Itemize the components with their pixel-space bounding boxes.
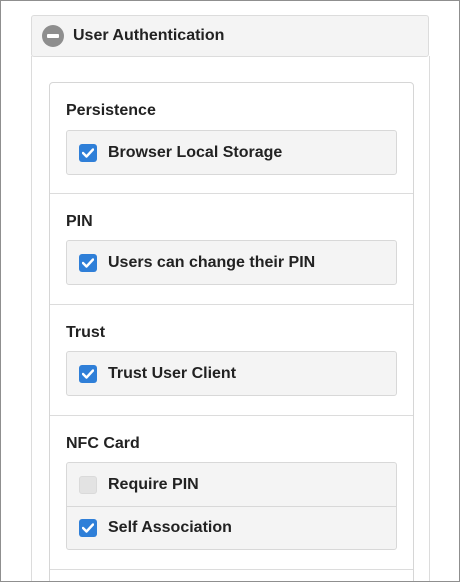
option-trust-user-client[interactable]: Trust User Client <box>67 352 396 395</box>
option-require-pin[interactable]: Require PIN <box>67 463 396 506</box>
checkmark-icon <box>82 523 94 533</box>
checkbox[interactable] <box>79 364 97 383</box>
collapse-icon[interactable] <box>42 25 64 47</box>
checkbox[interactable] <box>79 253 97 272</box>
checkmark-icon <box>82 257 94 268</box>
option-users-can-change-pin[interactable]: Users can change their PIN <box>67 241 396 284</box>
panel-border-left <box>31 56 32 581</box>
option-label: Self Association <box>108 519 232 536</box>
user-authentication-header[interactable]: User Authentication <box>31 15 429 57</box>
section-trust: Trust Trust User Client <box>50 305 413 416</box>
authentication-settings-card: Persistence Browser Local Storage PIN Us <box>49 82 414 581</box>
option-label: Browser Local Storage <box>108 143 283 161</box>
checkbox[interactable] <box>79 519 97 537</box>
settings-panel: User Authentication Persistence Browser … <box>0 0 460 582</box>
option-group: Require PIN Self Association <box>66 462 397 550</box>
option-label: Trust User Client <box>108 364 237 382</box>
option-browser-local-storage[interactable]: Browser Local Storage <box>67 131 396 174</box>
section-pin: PIN Users can change their PIN <box>50 194 413 305</box>
checkbox[interactable] <box>79 475 97 494</box>
section-title: Persistence <box>66 102 156 119</box>
section-nfc-card: NFC Card Require PIN Self Association <box>50 416 413 570</box>
checkmark-icon <box>82 368 94 379</box>
section-title: Trust <box>66 324 106 341</box>
section-header-title: User Authentication <box>73 27 225 44</box>
section-title: NFC Card <box>66 435 140 452</box>
option-group: Browser Local Storage <box>66 130 397 175</box>
panel-border-right <box>429 56 430 581</box>
section-persistence: Persistence Browser Local Storage <box>50 83 413 194</box>
checkmark-icon <box>82 147 94 158</box>
checkbox[interactable] <box>79 143 97 162</box>
option-label: Users can change their PIN <box>108 253 316 271</box>
section-title: PIN <box>66 213 93 230</box>
option-label: Require PIN <box>108 475 199 493</box>
option-group: Users can change their PIN <box>66 240 397 285</box>
option-group: Trust User Client <box>66 351 397 396</box>
option-self-association[interactable]: Self Association <box>67 506 396 549</box>
